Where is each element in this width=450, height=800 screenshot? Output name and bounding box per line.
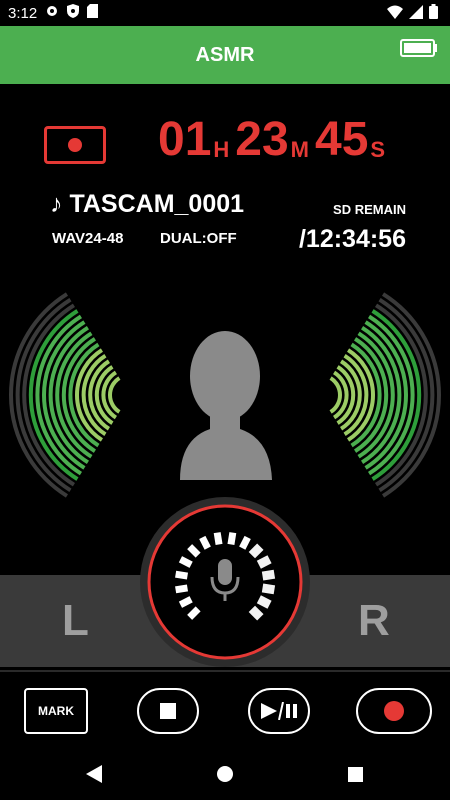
meter-segment: [108, 376, 121, 414]
back-icon: [86, 765, 102, 783]
battery-level-icon: [400, 39, 438, 64]
gain-tick: [199, 535, 211, 550]
recents-icon: [347, 766, 363, 782]
counter-minutes-unit: M: [290, 137, 309, 162]
counter-hours-unit: H: [213, 137, 230, 162]
left-channel-label: L: [62, 596, 89, 645]
meter-segment: [329, 376, 342, 414]
app-bar: ASMR: [0, 26, 450, 84]
counter-hours: 01: [158, 113, 212, 166]
app-title: ASMR: [195, 43, 255, 66]
status-time: 3:12: [8, 4, 38, 22]
controls-divider: [0, 670, 450, 672]
play-pause-button[interactable]: [248, 688, 310, 734]
counter-seconds-unit: S: [370, 137, 386, 162]
play-pause-icon: [261, 702, 297, 720]
nav-home-button[interactable]: [195, 748, 255, 800]
record-icon: [384, 701, 404, 721]
left-level-meter: [9, 292, 121, 498]
input-gain-knob[interactable]: [140, 497, 310, 667]
elapsed-time-counter: 01 H 23 M 45 S: [158, 112, 391, 168]
mark-button[interactable]: MARK: [24, 688, 88, 734]
sd-remain-time: /12:34:56: [298, 225, 406, 253]
counter-seconds: 45: [315, 113, 369, 166]
recording-indicator: [44, 126, 106, 164]
right-channel-label: R: [358, 596, 390, 645]
nav-back-button[interactable]: [64, 748, 124, 800]
gain-tick: [178, 556, 193, 568]
signal-icon: [409, 4, 423, 23]
recording-format: WAV24-48: [52, 230, 124, 247]
gain-tick: [213, 532, 223, 546]
level-meters: [9, 292, 441, 498]
listener-head-icon: [180, 331, 272, 480]
file-name: ♪ TASCAM_0001: [50, 190, 245, 218]
record-dot-icon: [68, 138, 82, 152]
battery-icon: [429, 4, 438, 23]
gain-tick: [175, 570, 189, 580]
home-icon: [217, 766, 233, 782]
nav-recents-button[interactable]: [325, 748, 385, 800]
shield-icon: [67, 4, 80, 22]
right-level-meter: [329, 292, 441, 498]
system-nav-bar: [0, 748, 450, 800]
status-bar: 3:12: [0, 0, 450, 26]
stop-button[interactable]: [137, 688, 199, 734]
dual-mode: DUAL:OFF: [160, 230, 237, 247]
sd-card-icon: [87, 4, 99, 22]
gear-icon: [45, 4, 59, 22]
wifi-icon: [387, 5, 403, 23]
record-button[interactable]: [356, 688, 432, 734]
counter-minutes: 23: [235, 113, 289, 166]
stop-icon: [160, 703, 176, 719]
sd-remain-label: SD REMAIN: [333, 202, 406, 217]
